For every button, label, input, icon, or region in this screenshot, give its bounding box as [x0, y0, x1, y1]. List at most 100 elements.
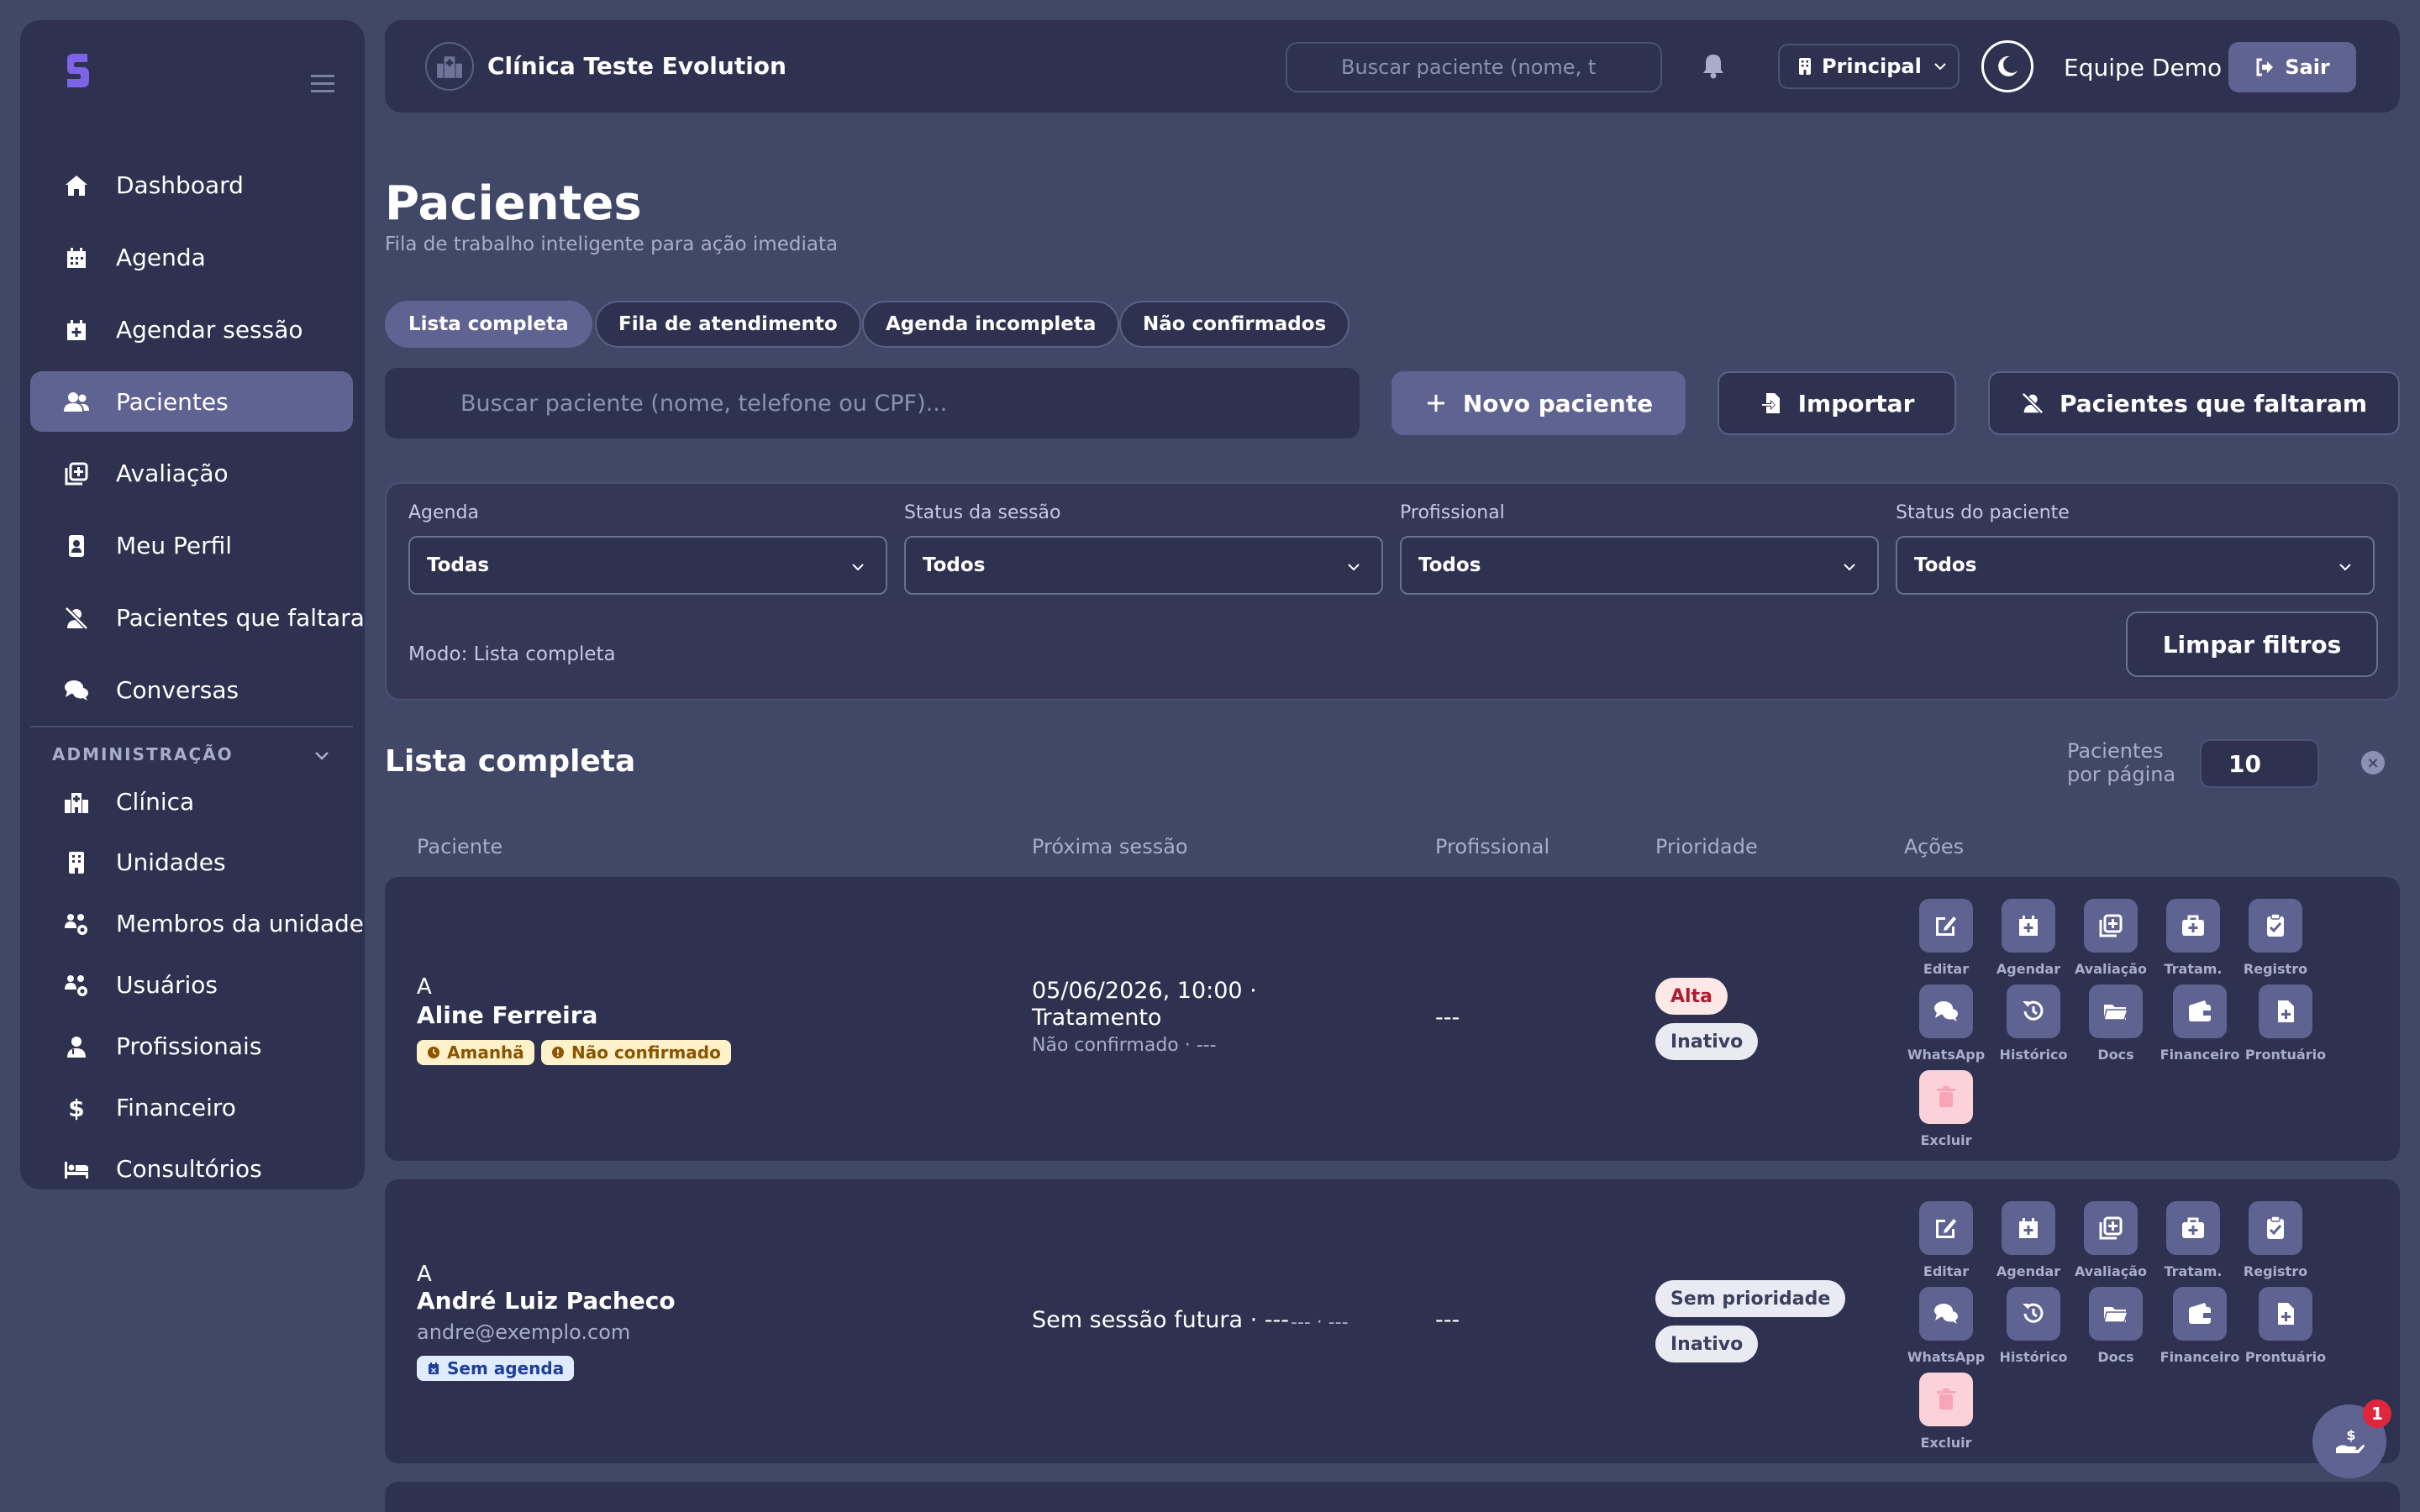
comments-icon	[64, 678, 89, 703]
action-financeiro-button[interactable]: Financeiro	[2158, 1287, 2242, 1371]
sidebar-item-financeiro[interactable]: $ Financeiro	[30, 1077, 353, 1137]
app-logo[interactable]	[52, 45, 103, 96]
tag-label: Não confirmado	[571, 1042, 721, 1063]
missed-patients-button[interactable]: Pacientes que faltaram	[1988, 371, 2400, 435]
status-badge: Inativo	[1655, 1326, 1759, 1362]
filter-agenda-select[interactable]: Todas	[408, 536, 887, 595]
chevron-down-icon[interactable]	[313, 746, 331, 764]
filter-professional-label: Profissional	[1400, 502, 1505, 523]
action-avaliacao-button[interactable]: Avaliação	[2069, 899, 2153, 983]
user-name[interactable]: Equipe Demo	[2064, 54, 2222, 81]
patient-name[interactable]: Aline Ferreira	[417, 1001, 597, 1029]
table-row[interactable]: A Aline Ferreira Amanhã Não confirmado 0…	[385, 877, 2400, 1161]
action-excluir-button[interactable]: Excluir	[1904, 1070, 1988, 1154]
building-icon	[64, 850, 89, 875]
sidebar-item-label: Agendar sessão	[116, 316, 303, 344]
unit-selector[interactable]: Principal	[1778, 44, 1960, 89]
action-tratam-button[interactable]: Tratam.	[2151, 1201, 2235, 1285]
new-patient-button[interactable]: Novo paciente	[1392, 371, 1686, 435]
sidebar-item-dashboard[interactable]: Dashboard	[30, 155, 353, 215]
sidebar-item-consultorios[interactable]: Consultórios	[30, 1138, 353, 1189]
sidebar-item-agendar-sessao[interactable]: Agendar sessão	[30, 299, 353, 360]
table-row[interactable]: A André Luiz Pacheco andre@exemplo.com S…	[385, 1179, 2400, 1463]
action-registro-button[interactable]: Registro	[2233, 899, 2317, 983]
sidebar-item-avaliacao[interactable]: Avaliação	[30, 443, 353, 503]
top-bar: Clínica Teste Evolution Principal Equipe…	[385, 20, 2400, 113]
action-avaliacao-button[interactable]: Avaliação	[2069, 1201, 2153, 1285]
action-historico-button[interactable]: Histórico	[1991, 984, 2075, 1068]
filter-patient-status-select[interactable]: Todos	[1896, 536, 2375, 595]
filter-professional-select[interactable]: Todos	[1400, 536, 1879, 595]
import-button[interactable]: Importar	[1718, 371, 1956, 435]
action-docs-button[interactable]: Docs	[2074, 984, 2158, 1068]
unit-selector-label: Principal	[1822, 55, 1922, 78]
import-label: Importar	[1797, 389, 1915, 417]
logout-button[interactable]: Sair	[2228, 42, 2356, 92]
filter-session-status-label: Status da sessão	[904, 502, 1061, 523]
logout-label: Sair	[2285, 55, 2330, 79]
action-agendar-button[interactable]: Agendar	[1986, 1201, 2070, 1285]
action-label: Financeiro	[2160, 1349, 2240, 1365]
action-agendar-button[interactable]: Agendar	[1986, 899, 2070, 983]
per-page-input[interactable]: 10	[2200, 739, 2319, 788]
clipboard-plus-icon	[64, 461, 89, 486]
action-historico-button[interactable]: Histórico	[1991, 1287, 2075, 1371]
patient-search-input[interactable]	[385, 368, 1360, 438]
users-cog-icon	[64, 911, 89, 937]
theme-toggle-button[interactable]	[1981, 40, 2033, 92]
menu-toggle-icon[interactable]	[308, 67, 341, 101]
action-prontuario-button[interactable]: Prontuário	[2244, 1287, 2328, 1371]
sidebar-divider	[30, 726, 353, 727]
action-prontuario-button[interactable]: Prontuário	[2244, 984, 2328, 1068]
action-whatsapp-button[interactable]: WhatsApp	[1904, 1287, 1988, 1371]
close-icon[interactable]: ×	[2361, 751, 2385, 774]
patient-name[interactable]: André Luiz Pacheco	[417, 1287, 676, 1315]
header-search-input[interactable]	[1286, 42, 1662, 92]
sidebar-item-membros-da-unidade[interactable]: Membros da unidade	[30, 893, 364, 953]
filter-agenda-value: Todas	[427, 554, 490, 576]
action-tratam-button[interactable]: Tratam.	[2151, 899, 2235, 983]
action-docs-button[interactable]: Docs	[2074, 1287, 2158, 1371]
action-excluir-button[interactable]: Excluir	[1904, 1373, 1988, 1457]
sidebar-item-clinica[interactable]: Clínica	[30, 771, 353, 832]
tab-lista-completa[interactable]: Lista completa	[385, 301, 592, 348]
next-session-status: Não confirmado · ---	[1032, 1035, 1217, 1056]
bell-icon[interactable]	[1699, 52, 1728, 81]
sidebar-item-label: Pacientes que faltaram	[116, 604, 365, 632]
calendar-x-icon	[427, 1362, 440, 1375]
clinic-name: Clínica Teste Evolution	[487, 52, 786, 80]
action-financeiro-button[interactable]: Financeiro	[2158, 984, 2242, 1068]
column-header-paciente: Paciente	[417, 835, 503, 858]
sidebar-item-conversas[interactable]: Conversas	[30, 659, 353, 720]
tag-label: Amanhã	[447, 1042, 524, 1063]
next-session-datetime: 05/06/2026, 10:00 ·	[1032, 978, 1257, 1004]
plus-icon	[1424, 391, 1448, 415]
tab-fila-de-atendimento[interactable]: Fila de atendimento	[595, 301, 861, 348]
sidebar-item-usuarios[interactable]: Usuários	[30, 954, 353, 1015]
filter-session-status-select[interactable]: Todos	[904, 536, 1383, 595]
clinic-avatar	[425, 42, 474, 91]
tab-nao-confirmados[interactable]: Não confirmados	[1119, 301, 1350, 348]
priority-badge: Sem prioridade	[1655, 1280, 1846, 1317]
tag-amanha: Amanhã	[417, 1040, 534, 1065]
action-whatsapp-button[interactable]: WhatsApp	[1904, 984, 1988, 1068]
clear-filters-button[interactable]: Limpar filtros	[2126, 612, 2378, 677]
action-editar-button[interactable]: Editar	[1904, 1201, 1988, 1285]
new-patient-label: Novo paciente	[1462, 389, 1654, 417]
sidebar-item-agenda[interactable]: Agenda	[30, 227, 353, 287]
edit-icon	[1919, 899, 1973, 953]
sidebar-item-profissionais[interactable]: Profissionais	[30, 1016, 353, 1076]
sidebar-item-unidades[interactable]: Unidades	[30, 832, 353, 892]
tab-agenda-incompleta[interactable]: Agenda incompleta	[862, 301, 1120, 348]
action-registro-button[interactable]: Registro	[2233, 1201, 2317, 1285]
hospital-icon	[64, 790, 89, 815]
sidebar-item-meu-perfil[interactable]: Meu Perfil	[30, 515, 353, 575]
sidebar-item-pacientes-que-faltaram[interactable]: Pacientes que faltaram	[30, 587, 365, 648]
action-editar-button[interactable]: Editar	[1904, 899, 1988, 983]
sidebar-item-pacientes[interactable]: Pacientes	[30, 371, 353, 432]
chevron-down-icon	[849, 558, 867, 576]
next-session-datetime: Sem sessão futura · ---	[1032, 1307, 1290, 1333]
table-row[interactable]	[385, 1482, 2400, 1512]
filter-session-status-value: Todos	[923, 554, 986, 576]
next-session-type: Tratamento	[1032, 1005, 1162, 1031]
